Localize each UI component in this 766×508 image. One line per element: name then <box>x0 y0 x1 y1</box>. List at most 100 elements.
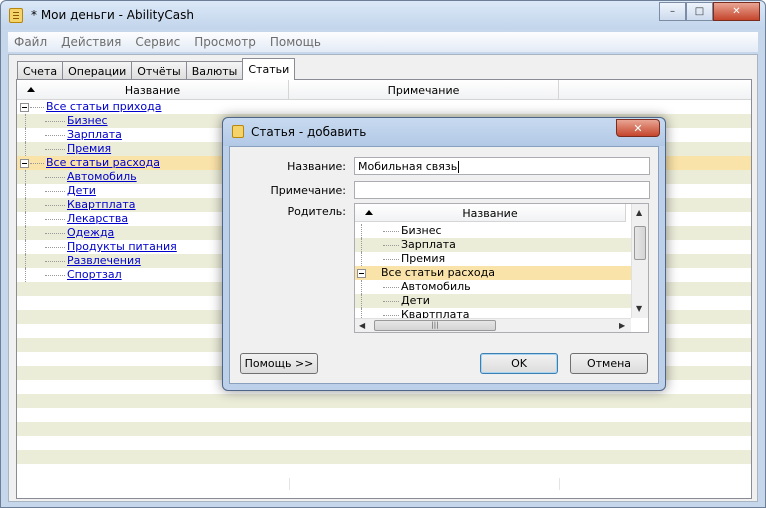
tab-categories[interactable]: Статьи <box>242 58 296 80</box>
category-label[interactable]: Дети <box>67 184 96 198</box>
tree-connector <box>25 226 26 240</box>
tree-connector <box>383 315 399 316</box>
empty-row <box>17 394 751 408</box>
parent-tree-row[interactable]: Премия <box>355 252 631 266</box>
parent-vertical-scrollbar[interactable]: ▲ ▼ <box>631 204 648 318</box>
menu-actions[interactable]: Действия <box>61 35 121 49</box>
ok-button[interactable]: OK <box>480 353 558 374</box>
menu-file[interactable]: Файл <box>14 35 47 49</box>
dialog-close-button[interactable]: ✕ <box>616 119 660 137</box>
category-label[interactable]: Развлечения <box>67 254 141 268</box>
dialog-title-bar[interactable]: Статья - добавить ✕ <box>223 118 665 146</box>
tree-connector <box>45 233 65 234</box>
parent-column-header[interactable]: Название <box>355 204 626 222</box>
parent-category-label: Автомобиль <box>401 280 471 293</box>
category-label[interactable]: Премия <box>67 142 111 156</box>
category-label[interactable]: Спортзал <box>67 268 122 282</box>
caption-buttons: – □ ✕ <box>659 2 760 21</box>
menu-service[interactable]: Сервис <box>135 35 180 49</box>
menu-bar: Файл Действия Сервис Просмотр Помощь <box>8 32 758 52</box>
parent-tree-row[interactable]: Зарплата <box>355 238 631 252</box>
tree-connector <box>361 294 362 308</box>
window-title: * Мои деньги - AbilityCash <box>31 8 195 22</box>
tab-reports[interactable]: Отчёты <box>131 61 187 80</box>
category-label[interactable]: Одежда <box>67 226 114 240</box>
tree-connector <box>25 128 26 142</box>
dialog-body: Название: Мобильная связь Примечание: Ро… <box>229 146 659 384</box>
scroll-down-icon[interactable]: ▼ <box>636 304 642 313</box>
tree-connector <box>25 240 26 254</box>
category-label[interactable]: Все статьи расхода <box>46 156 160 170</box>
dialog-icon <box>232 125 244 138</box>
tab-strip: Счета Операции Отчёты Валюты Статьи <box>17 58 296 80</box>
parent-tree-row[interactable]: Автомобиль <box>355 280 631 294</box>
help-button[interactable]: Помощь >> <box>240 353 318 374</box>
tab-currencies[interactable]: Валюты <box>185 61 244 80</box>
note-label: Примечание: <box>270 184 346 197</box>
title-bar[interactable]: * Мои деньги - AbilityCash – □ ✕ <box>1 1 765 29</box>
scroll-right-icon[interactable]: ▶ <box>619 321 625 330</box>
tree-connector <box>45 121 65 122</box>
tree-row[interactable]: Все статьи прихода <box>17 100 751 114</box>
scroll-left-icon[interactable]: ◀ <box>359 321 365 330</box>
category-label[interactable]: Зарплата <box>67 128 122 142</box>
sort-up-icon <box>27 87 35 92</box>
name-input[interactable]: Мобильная связь <box>354 157 650 175</box>
tree-connector <box>25 114 26 128</box>
tree-connector <box>45 275 65 276</box>
tree-connector <box>383 231 399 232</box>
menu-help[interactable]: Помощь <box>270 35 321 49</box>
tree-connector <box>30 163 44 164</box>
parent-horizontal-scrollbar[interactable]: ◀ ||| ▶ <box>355 318 631 332</box>
tree-connector <box>45 177 65 178</box>
minimize-button[interactable]: – <box>659 2 686 21</box>
column-header-note[interactable]: Примечание <box>289 80 559 100</box>
scroll-up-icon[interactable]: ▲ <box>636 208 642 217</box>
scroll-thumb[interactable] <box>634 226 646 260</box>
parent-category-label: Зарплата <box>401 238 456 251</box>
tab-operations[interactable]: Операции <box>62 61 133 80</box>
category-label[interactable]: Лекарства <box>67 212 128 226</box>
parent-category-label: Премия <box>401 252 446 265</box>
parent-tree-row[interactable]: Квартплата <box>355 308 631 318</box>
category-label[interactable]: Квартплата <box>67 198 136 212</box>
tree-connector <box>45 247 65 248</box>
parent-tree-row[interactable]: Дети <box>355 294 631 308</box>
tree-connector <box>25 170 26 184</box>
collapse-icon[interactable] <box>20 103 29 112</box>
add-category-dialog: Статья - добавить ✕ Название: Мобильная … <box>222 117 666 391</box>
column-header-name[interactable]: Название <box>17 80 289 100</box>
empty-row <box>17 450 751 464</box>
tab-accounts[interactable]: Счета <box>17 61 64 80</box>
parent-tree[interactable]: Название Бизнес Зарплата Премия Все статьи … <box>354 203 649 333</box>
empty-row <box>17 408 751 422</box>
parent-category-label: Бизнес <box>401 224 442 237</box>
category-label[interactable]: Автомобиль <box>67 170 137 184</box>
tree-connector <box>45 219 65 220</box>
note-input[interactable] <box>354 181 650 199</box>
parent-tree-row[interactable]: Все статьи расхода <box>355 266 631 280</box>
tree-connector <box>45 191 65 192</box>
empty-row <box>17 436 751 450</box>
cancel-button[interactable]: Отмена <box>570 353 648 374</box>
tree-connector <box>45 149 65 150</box>
category-label[interactable]: Бизнес <box>67 114 108 128</box>
category-label[interactable]: Продукты питания <box>67 240 177 254</box>
hscroll-thumb[interactable]: ||| <box>374 320 496 331</box>
name-value: Мобильная связь <box>358 160 458 173</box>
category-label[interactable]: Все статьи прихода <box>46 100 162 114</box>
tree-connector <box>30 107 44 108</box>
close-button[interactable]: ✕ <box>713 2 760 21</box>
maximize-button[interactable]: □ <box>686 2 713 21</box>
tree-connector <box>25 184 26 198</box>
tree-connector <box>383 301 399 302</box>
tree-connector <box>383 245 399 246</box>
tree-connector <box>361 224 362 238</box>
collapse-icon[interactable] <box>20 159 29 168</box>
parent-tree-row[interactable]: Бизнес <box>355 224 631 238</box>
menu-view[interactable]: Просмотр <box>194 35 256 49</box>
collapse-icon[interactable] <box>357 269 366 278</box>
parent-tree-rows: Бизнес Зарплата Премия Все статьи расхода Ав… <box>355 224 631 318</box>
tree-connector <box>25 142 26 156</box>
text-caret <box>458 161 460 173</box>
